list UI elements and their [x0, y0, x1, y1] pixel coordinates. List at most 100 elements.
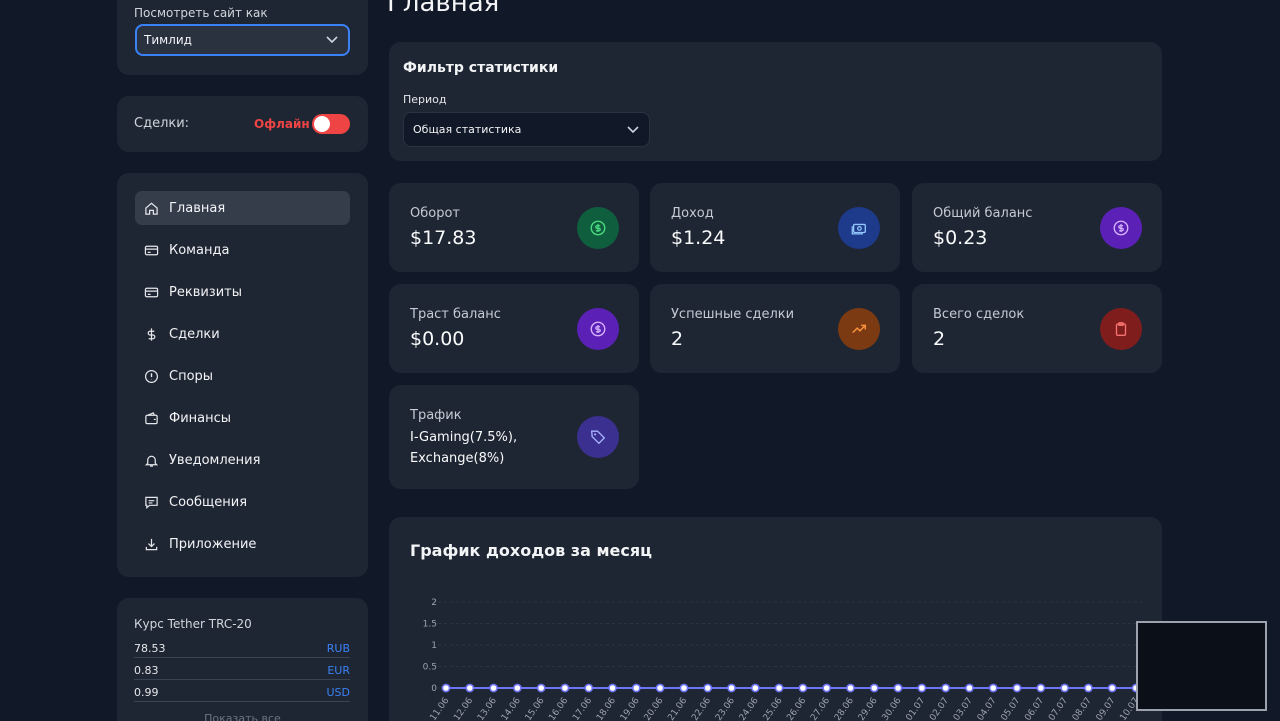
sidebar-item-label: Реквизиты — [169, 284, 242, 300]
y-tick-label: 1 — [431, 641, 437, 651]
sidebar-item-label: Уведомления — [169, 452, 261, 468]
data-point[interactable] — [727, 683, 736, 693]
tag-icon — [577, 416, 619, 458]
view-as-select[interactable]: Тимлид — [135, 24, 350, 56]
alert-circle-icon — [143, 368, 159, 384]
rate-currency[interactable]: RUB — [327, 642, 350, 655]
data-point[interactable] — [536, 683, 546, 693]
y-tick-label: 0 — [431, 684, 437, 694]
x-tick-label: 22.06 — [690, 696, 713, 721]
x-tick-label: 21.06 — [666, 696, 689, 721]
stat-card-turnover: Оборот $17.83 — [389, 183, 639, 272]
x-tick-label: 29.06 — [857, 696, 880, 721]
x-tick-label: 14.06 — [500, 696, 523, 721]
rate-row: 78.53 RUB — [134, 638, 350, 658]
data-point[interactable] — [774, 683, 784, 693]
data-point[interactable] — [1060, 683, 1070, 693]
data-point[interactable] — [1036, 683, 1046, 693]
data-point[interactable] — [560, 683, 570, 693]
x-tick-label: 17.06 — [571, 696, 594, 721]
rates-show-all-link[interactable]: Показать все — [117, 712, 368, 721]
sidebar-item-disputes[interactable]: Споры — [135, 359, 350, 393]
data-point[interactable] — [703, 683, 713, 693]
sidebar-item-label: Финансы — [169, 410, 232, 426]
sidebar-item-messages[interactable]: Сообщения — [135, 485, 350, 519]
data-point[interactable] — [893, 683, 903, 693]
data-point[interactable] — [631, 683, 641, 693]
x-tick-label: 16.06 — [547, 696, 570, 721]
filter-title: Фильтр статистики — [403, 60, 559, 76]
data-point[interactable] — [917, 683, 927, 693]
dollar-icon — [143, 326, 159, 342]
rate-currency[interactable]: USD — [326, 686, 350, 699]
sidebar-item-home[interactable]: Главная — [135, 191, 350, 225]
y-tick-label: 1.5 — [423, 620, 437, 630]
stat-value: $17.83 — [410, 227, 477, 249]
x-tick-label: 26.06 — [785, 696, 808, 721]
download-icon — [143, 536, 159, 552]
sidebar-item-notifications[interactable]: Уведомления — [135, 443, 350, 477]
data-point[interactable] — [584, 683, 594, 693]
data-point[interactable] — [988, 683, 998, 693]
data-point[interactable] — [608, 683, 617, 693]
data-point[interactable] — [822, 683, 832, 693]
data-point[interactable] — [512, 683, 522, 693]
sidebar-item-team[interactable]: Команда — [135, 233, 350, 267]
x-tick-label: 03.07 — [952, 696, 975, 721]
x-tick-label: 12.06 — [452, 696, 475, 721]
x-tick-label: 02.07 — [928, 696, 951, 721]
x-tick-label: 28.06 — [833, 696, 856, 721]
rate-value: 0.99 — [134, 686, 159, 699]
data-point[interactable] — [1012, 683, 1022, 693]
sidebar-item-app[interactable]: Приложение — [135, 527, 350, 561]
income-line-chart: 00.511.5211.06 12.06 13.06 14.06 15.06 16.06 1… — [423, 598, 1146, 721]
data-point[interactable] — [465, 683, 475, 693]
sidebar-item-label: Команда — [169, 242, 230, 258]
home-icon — [143, 200, 159, 216]
stat-label: Общий баланс — [933, 206, 1033, 221]
sidebar-item-requisites[interactable]: Реквизиты — [135, 275, 350, 309]
data-point[interactable] — [679, 683, 689, 693]
x-tick-label: 25.06 — [762, 696, 785, 721]
data-point[interactable] — [441, 683, 451, 693]
sidebar-item-label: Сделки — [169, 326, 220, 342]
sidebar-item-deals[interactable]: Сделки — [135, 317, 350, 351]
message-icon — [143, 494, 159, 510]
stat-label: Доход — [671, 206, 714, 221]
x-tick-label: 27.06 — [809, 696, 832, 721]
x-tick-label: 06.07 — [1023, 696, 1046, 721]
stat-label: Траст баланс — [410, 307, 501, 322]
x-tick-label: 19.06 — [619, 696, 642, 721]
x-tick-label: 30.06 — [881, 696, 904, 721]
rate-currency[interactable]: EUR — [327, 664, 350, 677]
y-tick-label: 2 — [431, 598, 437, 608]
sidebar-item-finance[interactable]: Финансы — [135, 401, 350, 435]
clipboard-icon — [1100, 308, 1142, 350]
stat-card-total-balance: Общий баланс $0.23 — [912, 183, 1162, 272]
x-tick-label: 23.06 — [714, 696, 737, 721]
stat-label: Оборот — [410, 206, 460, 221]
data-point[interactable] — [798, 683, 808, 693]
data-point[interactable] — [1107, 683, 1117, 693]
data-point[interactable] — [869, 683, 879, 693]
data-point[interactable] — [941, 683, 951, 693]
stat-value: $1.24 — [671, 227, 726, 249]
stat-card-total-deals: Всего сделок 2 — [912, 284, 1162, 373]
period-select[interactable]: Общая статистика — [403, 112, 650, 147]
data-point[interactable] — [965, 683, 974, 693]
data-point[interactable] — [1084, 683, 1093, 693]
dollar-circle-icon — [1100, 207, 1142, 249]
rates-title: Курс Tether TRC-20 — [134, 617, 252, 631]
chevron-down-icon — [326, 36, 338, 44]
x-tick-label: 08.07 — [1071, 696, 1094, 721]
card-icon — [143, 242, 159, 258]
data-point[interactable] — [846, 683, 855, 693]
stat-label: Успешные сделки — [671, 307, 795, 322]
data-point[interactable] — [750, 683, 760, 693]
card-icon — [143, 284, 159, 300]
stat-value: 2 — [933, 328, 946, 350]
data-point[interactable] — [489, 683, 498, 693]
x-tick-label: 04.07 — [976, 696, 999, 721]
deals-toggle[interactable] — [312, 114, 350, 134]
data-point[interactable] — [655, 683, 665, 693]
